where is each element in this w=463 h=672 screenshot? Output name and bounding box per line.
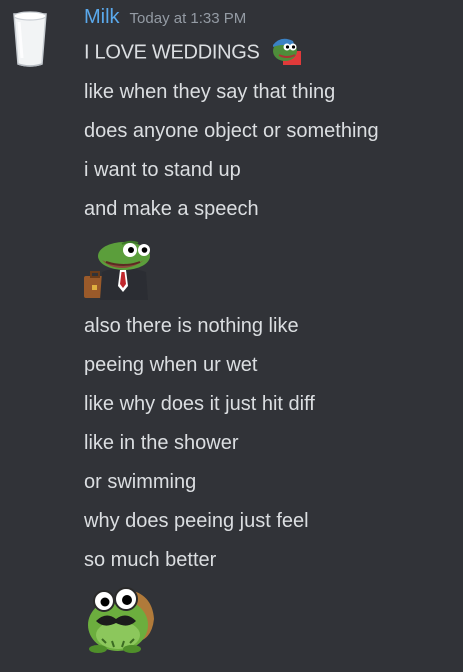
- message-header: Milk Today at 1:33 PM: [84, 6, 246, 34]
- message-text: and make a speech: [84, 198, 259, 220]
- username[interactable]: Milk: [84, 6, 120, 29]
- message-text: why does peeing just feel: [84, 510, 309, 532]
- message-line: or swimming: [84, 469, 196, 495]
- message-line: like in the shower: [84, 430, 239, 456]
- message-line: like when they say that thing: [84, 79, 335, 105]
- message-line: i want to stand up: [84, 157, 241, 183]
- milk-glass-icon[interactable]: [10, 8, 50, 68]
- message-line: why does peeing just feel: [84, 508, 309, 534]
- message-line: does anyone object or something: [84, 118, 379, 144]
- message-text: peeing when ur wet: [84, 354, 258, 376]
- message-text: also there is nothing like: [84, 315, 299, 337]
- pepe-cowboy-emoji[interactable]: [269, 33, 303, 67]
- timestamp[interactable]: Today at 1:33 PM: [130, 10, 247, 27]
- message-text: like in the shower: [84, 432, 239, 454]
- message-text: like why does it just hit diff: [84, 393, 315, 415]
- message-text: like when they say that thing: [84, 81, 336, 103]
- message-text: so much better: [84, 549, 217, 571]
- message-line: also there is nothing like: [84, 313, 299, 339]
- message-text: i want to stand up: [84, 159, 241, 181]
- message-text: or swimming: [84, 471, 197, 493]
- message-line: I LOVE WEDDINGS: [84, 38, 303, 67]
- message-line: like why does it just hit diff: [84, 391, 315, 417]
- frog-mustache-emoji[interactable]: [82, 583, 158, 655]
- message-text: I LOVE WEDDINGS: [84, 41, 260, 64]
- message-line: so much better: [84, 547, 216, 573]
- message-line: peeing when ur wet: [84, 352, 257, 378]
- message-line: and make a speech: [84, 196, 259, 222]
- message-text: does anyone object or something: [84, 120, 379, 142]
- pepe-businessman-emoji[interactable]: [82, 238, 154, 300]
- message-group: Milk Today at 1:33 PM I LOVE WEDDINGS li…: [0, 0, 463, 672]
